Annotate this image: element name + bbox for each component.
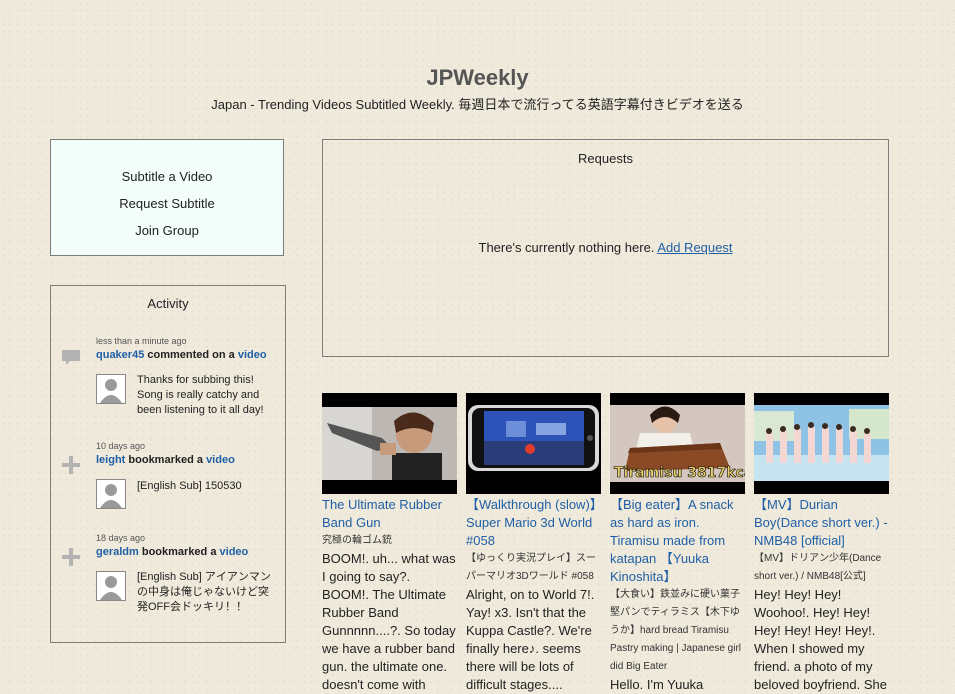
avatar[interactable] bbox=[96, 571, 126, 601]
requests-title: Requests bbox=[578, 151, 633, 166]
request-subtitle-link[interactable]: Request Subtitle bbox=[51, 190, 283, 217]
video-link[interactable]: video bbox=[238, 349, 267, 361]
site-title[interactable]: JPWeekly bbox=[0, 64, 955, 92]
video-original-title: 【大食い】鉄並みに硬い菓子 堅パンでティラミス【木下ゆうか】hard bread… bbox=[610, 589, 750, 672]
avatar[interactable] bbox=[96, 479, 126, 509]
video-title[interactable]: 【MV】Durian Boy(Dance short ver.) - NMB48… bbox=[754, 496, 889, 550]
activity-line: leight bookmarked a video bbox=[96, 454, 235, 466]
user-link[interactable]: quaker45 bbox=[96, 349, 144, 361]
comment-icon bbox=[62, 350, 80, 365]
subtitle-video-link[interactable]: Subtitle a Video bbox=[51, 163, 283, 190]
bookmark-title: [English Sub] 150530 bbox=[137, 480, 242, 492]
activity-time: less than a minute ago bbox=[96, 336, 187, 346]
video-original-title: 【ゆっくり実況プレイ】スーパーマリオ3Dワールド #058 bbox=[466, 553, 596, 582]
user-link[interactable]: geraldm bbox=[96, 546, 139, 558]
video-thumbnail[interactable]: Tiramisu 3817kcal bbox=[610, 393, 745, 494]
video-card: The Ultimate Rubber Band Gun 究極の輪ゴム銃 BOO… bbox=[322, 393, 457, 694]
requests-empty-message: There's currently nothing here. Add Requ… bbox=[323, 240, 888, 255]
video-thumbnail[interactable] bbox=[322, 393, 457, 494]
site-header: JPWeekly Japan - Trending Videos Subtitl… bbox=[0, 64, 955, 113]
video-original-title: 【MV】ドリアン少年(Dance short ver.) / NMB48[公式] bbox=[754, 553, 882, 582]
action-menu: Subtitle a Video Request Subtitle Join G… bbox=[50, 139, 284, 256]
empty-text: There's currently nothing here. bbox=[478, 240, 655, 255]
activity-time: 10 days ago bbox=[96, 441, 146, 451]
video-description: Hello. I'm Yuuka bbox=[610, 677, 704, 692]
activity-title: Activity bbox=[147, 296, 189, 311]
video-card: 【Walkthrough (slow)】Super Mario 3d World… bbox=[466, 393, 601, 694]
video-link[interactable]: video bbox=[206, 454, 235, 466]
activity-line: geraldm bookmarked a video bbox=[96, 546, 248, 558]
activity-panel: Activity less than a minute ago quaker45… bbox=[50, 285, 286, 643]
user-link[interactable]: leight bbox=[96, 454, 125, 466]
avatar[interactable] bbox=[96, 374, 126, 404]
bookmark-title: [English Sub] アイアンマンの中身は俺じゃないけど突発OFF会ドッキ… bbox=[137, 571, 271, 613]
video-title[interactable]: The Ultimate Rubber Band Gun bbox=[322, 496, 457, 532]
video-original-title: 究極の輪ゴム銃 bbox=[322, 535, 392, 546]
video-link[interactable]: video bbox=[220, 546, 249, 558]
plus-icon bbox=[62, 548, 80, 566]
activity-time: 18 days ago bbox=[96, 533, 146, 543]
video-thumbnail[interactable] bbox=[754, 393, 889, 494]
activity-action: commented on a bbox=[147, 349, 235, 361]
activity-action: bookmarked a bbox=[141, 546, 217, 558]
video-title[interactable]: 【Walkthrough (slow)】Super Mario 3d World… bbox=[466, 496, 601, 550]
activity-action: bookmarked a bbox=[128, 454, 203, 466]
video-thumbnail[interactable] bbox=[466, 393, 601, 494]
comment-text: Thanks for subbing this! Song is really … bbox=[137, 374, 264, 416]
requests-panel: Requests There's currently nothing here.… bbox=[322, 139, 889, 357]
thumb-overlay-text: Tiramisu 3817kcal bbox=[614, 465, 745, 481]
video-title[interactable]: 【Big eater】A snack as hard as iron. Tira… bbox=[610, 496, 745, 586]
video-description: Hey! Hey! Hey! Woohoo!. Hey! Hey! Hey! H… bbox=[754, 587, 887, 692]
plus-icon bbox=[62, 456, 80, 474]
add-request-link[interactable]: Add Request bbox=[657, 240, 732, 255]
video-card: 【MV】Durian Boy(Dance short ver.) - NMB48… bbox=[754, 393, 889, 694]
video-description: BOOM!. uh... what was I going to say?. B… bbox=[322, 551, 456, 692]
activity-line: quaker45 commented on a video bbox=[96, 349, 267, 361]
join-group-link[interactable]: Join Group bbox=[51, 217, 283, 244]
site-tagline: Japan - Trending Videos Subtitled Weekly… bbox=[211, 97, 744, 112]
video-description: Alright, on to World 7!. Yay! x3. Isn't … bbox=[466, 587, 595, 692]
video-card: Tiramisu 3817kcal 【Big eater】A snack as … bbox=[610, 393, 750, 694]
